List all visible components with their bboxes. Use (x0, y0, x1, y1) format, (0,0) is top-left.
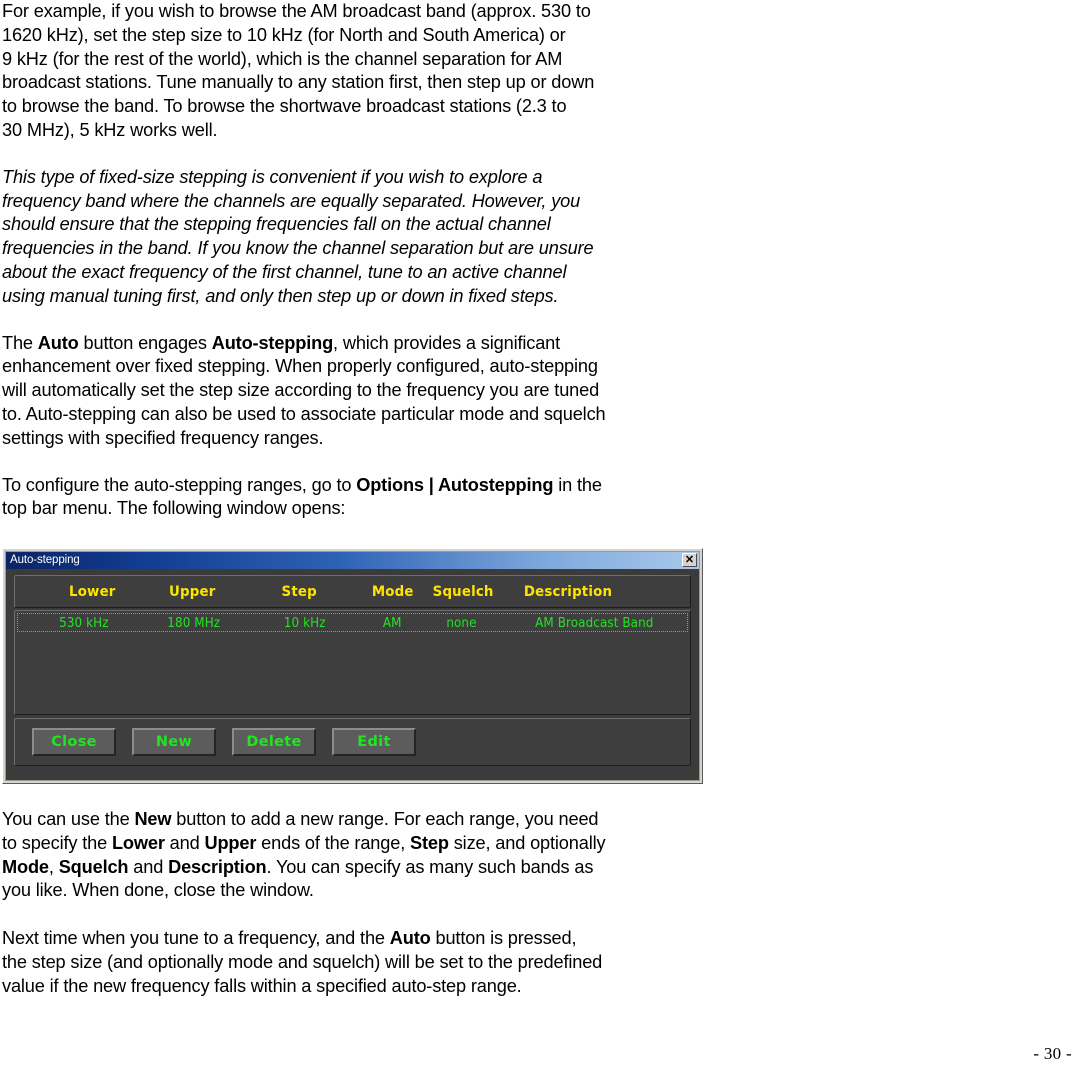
autostepping-dialog: Auto-stepping ✕ Lower Upper Step Mode Squelc… (2, 548, 703, 784)
range-cell-step: 10 kHz (283, 616, 326, 631)
column-header-lower[interactable]: Lower (69, 584, 116, 600)
column-header-description[interactable]: Description (524, 584, 612, 600)
column-header-squelch[interactable]: Squelch (433, 584, 494, 600)
paragraph-5: You can use the New button to add a new … (2, 809, 606, 901)
close-icon[interactable]: ✕ (682, 553, 697, 567)
range-cell-mode: AM (382, 616, 402, 631)
paragraph-3: The Auto button engages Auto-stepping, w… (2, 332, 606, 448)
column-header-upper[interactable]: Upper (169, 584, 215, 600)
paragraph-1: For example, if you wish to browse the A… (2, 1, 595, 140)
close-button[interactable]: Close (32, 728, 116, 756)
range-cell-upper: 180 MHz (167, 616, 221, 631)
paragraph-2-italic: This type of fixed-size stepping is conv… (2, 166, 594, 306)
range-cell-description: AM Broadcast Band (535, 616, 654, 631)
range-list[interactable]: 530 kHz 180 MHz 10 kHz AM none AM Broadcast B… (14, 610, 691, 715)
dialog-button-bar: Close New Delete Edit (14, 718, 691, 766)
page-number: - 30 - (1033, 1044, 1072, 1063)
document-body: For example, if you wish to browse the A… (2, 0, 714, 521)
paragraph-4: To configure the auto-stepping ranges, g… (2, 474, 602, 519)
range-cell-lower: 530 kHz (59, 616, 109, 631)
table-header-panel: Lower Upper Step Mode Squelch Description (14, 575, 691, 608)
range-cell-squelch: none (446, 616, 477, 631)
dialog-titlebar[interactable]: Auto-stepping ✕ (6, 552, 699, 569)
paragraph-6: Next time when you tune to a frequency, … (2, 928, 603, 996)
dialog-title: Auto-stepping (10, 554, 80, 566)
document-body-lower: You can use the New button to add a new … (2, 808, 714, 999)
column-header-step[interactable]: Step (282, 584, 317, 600)
new-button[interactable]: New (132, 728, 216, 756)
range-row[interactable]: 530 kHz 180 MHz 10 kHz AM none AM Broadcast B… (17, 613, 688, 632)
delete-button[interactable]: Delete (232, 728, 316, 756)
table-header-row: Lower Upper Step Mode Squelch Description (15, 576, 690, 607)
dialog-body: Lower Upper Step Mode Squelch Description 530… (6, 569, 699, 780)
dialog-frame: Auto-stepping ✕ Lower Upper Step Mode Squelc… (5, 551, 700, 781)
edit-button[interactable]: Edit (332, 728, 416, 756)
column-header-mode[interactable]: Mode (372, 584, 414, 600)
